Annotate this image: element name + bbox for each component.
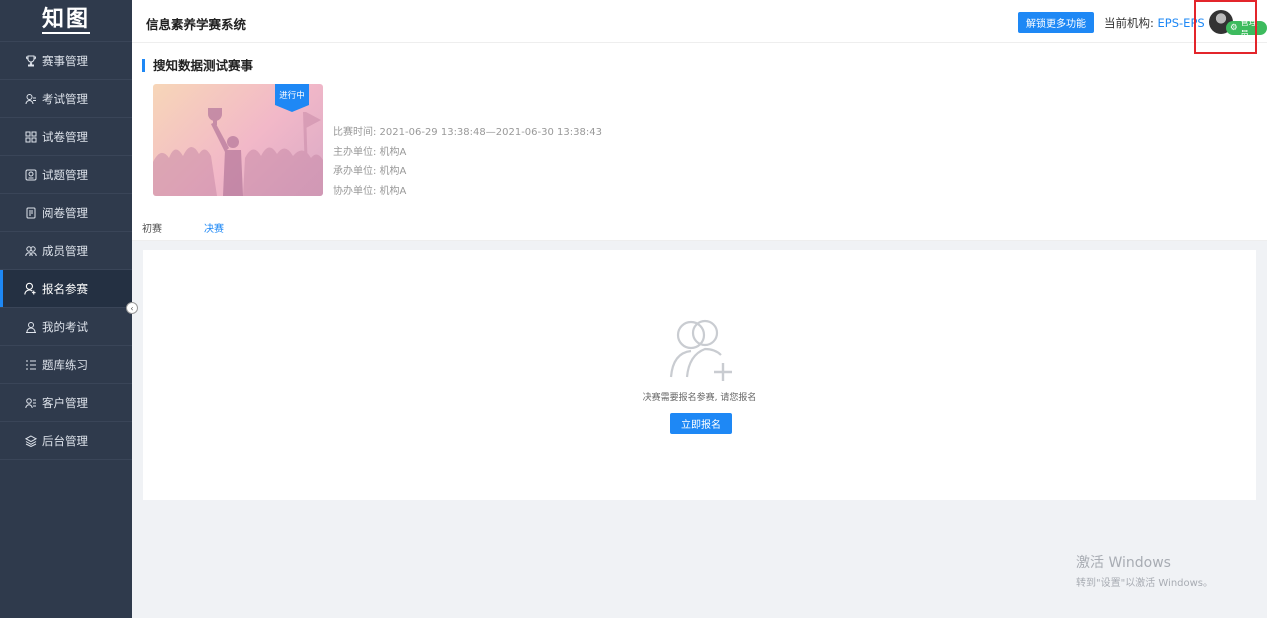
question-icon [24,168,37,181]
sidebar-item-label: 成员管理 [42,243,88,258]
contest-time: 比赛时间: 2021-06-29 13:38:48—2021-06-30 13:… [333,127,602,138]
watermark-subtitle: 转到"设置"以激活 Windows。 [1076,578,1214,589]
sidebar-item-label: 我的考试 [42,319,88,334]
chevron-left-icon: ‹ [130,303,134,313]
sidebar-item-label: 报名参赛 [42,281,88,296]
person-icon [24,320,37,333]
content-area: 决赛需要报名参赛, 请您报名 立即报名 激活 Windows 转到"设置"以激活… [132,241,1267,618]
sidebar-item-customer-management[interactable]: 客户管理 [0,384,132,422]
sidebar-item-label: 考试管理 [42,91,88,106]
list-icon [24,358,37,371]
sidebar-item-label: 试卷管理 [42,129,88,144]
current-org: 当前机构: EPS-EPS [1104,15,1205,31]
unlock-more-features-button[interactable]: 解锁更多功能 [1018,12,1094,33]
watermark-title: 激活 Windows [1076,555,1171,571]
sidebar-item-exam-management[interactable]: 考试管理 [0,80,132,118]
sidebar-item-admin-management[interactable]: 后台管理 [0,422,132,460]
sidebar-item-question-management[interactable]: 试题管理 [0,156,132,194]
sidebar-item-question-bank[interactable]: 题库练习 [0,346,132,384]
sidebar-item-paper-management[interactable]: 试卷管理 [0,118,132,156]
contest-co-organizer: 协办单位: 机构A [333,185,407,197]
logo: 知图 [0,0,132,42]
sidebar-item-register-contest[interactable]: 报名参赛 [0,270,132,308]
document-icon [24,206,37,219]
current-org-label: 当前机构: [1104,16,1158,30]
sidebar-collapse-button[interactable]: ‹ [126,302,138,314]
sidebar-item-marking-management[interactable]: 阅卷管理 [0,194,132,232]
users-icon [24,244,37,257]
windows-activation-watermark: 激活 Windows 转到"设置"以激活 Windows。 [1076,552,1213,589]
sidebar-item-label: 题库练习 [42,357,88,372]
contest-host: 主办单位: 机构A [333,146,407,158]
empty-state-message: 决赛需要报名参赛, 请您报名 [642,393,757,403]
contest-organizer: 承办单位: 机构A [333,166,407,177]
sidebar-item-my-exams[interactable]: 我的考试 [0,308,132,346]
exam-icon [24,92,37,105]
register-now-button[interactable]: 立即报名 [670,413,732,434]
contest-info: 比赛时间: 2021-06-29 13:38:48—2021-06-30 13:… [333,123,602,201]
tab-final[interactable]: 决赛 [194,220,234,243]
contest-title: 搜知数据测试赛事 [142,59,253,72]
empty-state-panel: 决赛需要报名参赛, 请您报名 立即报名 [143,250,1256,500]
tab-preliminary[interactable]: 初赛 [142,220,162,241]
layers-icon [24,434,37,447]
customer-icon [24,396,37,409]
add-user-icon [669,319,732,381]
sidebar-item-label: 赛事管理 [42,53,88,68]
sidebar-item-label: 试题管理 [42,167,88,182]
register-icon [24,282,37,295]
sidebar-item-label: 后台管理 [42,433,88,448]
sidebar: 知图 赛事管理 考试管理 试卷管理 试题管理 阅卷管理 成员管理 报名参赛 我的… [0,0,132,618]
grid-icon [24,130,37,143]
trophy-icon [24,54,37,67]
sidebar-item-contest-management[interactable]: 赛事管理 [0,42,132,80]
sidebar-item-member-management[interactable]: 成员管理 [0,232,132,270]
sidebar-item-label: 客户管理 [42,395,88,410]
contest-banner-image: 进行中 [153,84,323,196]
round-tabs: 初赛 决赛 [132,214,1267,243]
top-header: 信息素养学赛系统 解锁更多功能 当前机构: EPS-EPS ⚙ 管理员 [132,0,1267,54]
system-title: 信息素养学赛系统 [146,17,247,32]
main-content: 搜知数据测试赛事 进行中 比赛时间: 2021-06-29 13:38:48—2… [132,44,1267,618]
sidebar-item-label: 阅卷管理 [42,205,88,220]
